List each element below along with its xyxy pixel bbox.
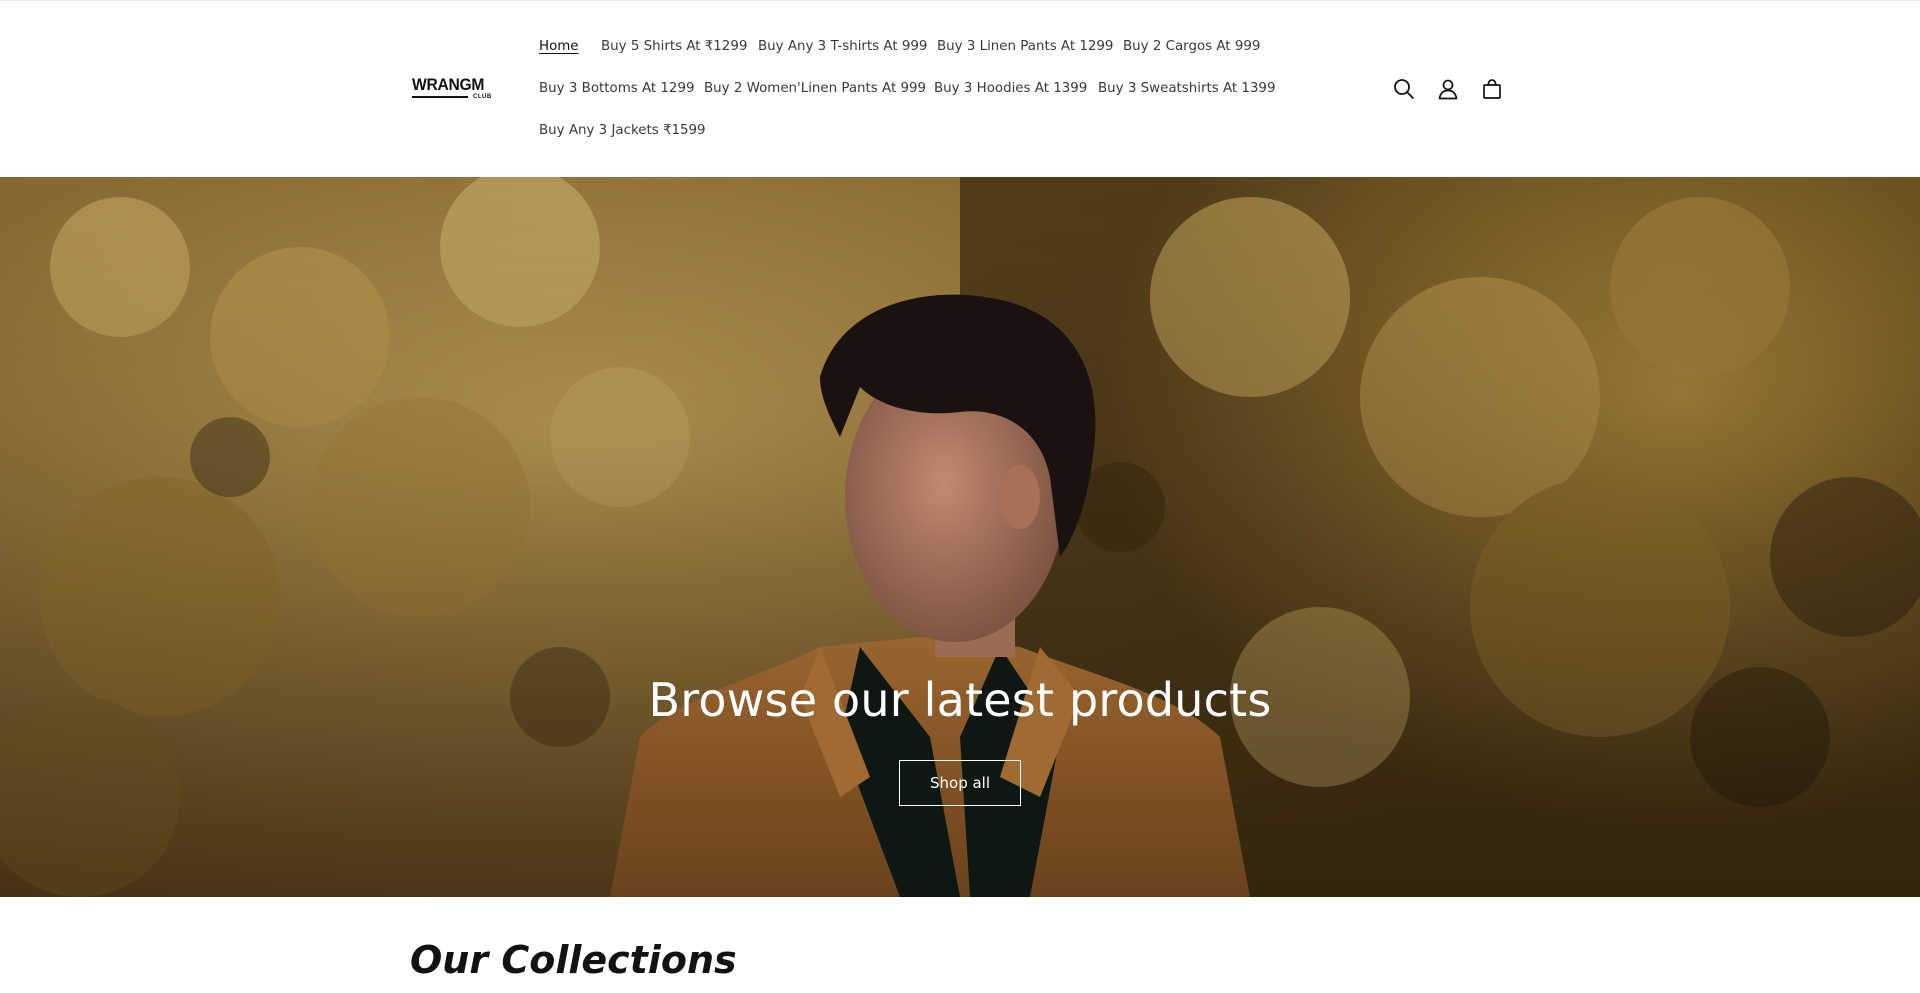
hero-heading: Browse our latest products (648, 673, 1272, 727)
nav-link-hoodies[interactable]: Buy 3 Hoodies At 1399 (934, 80, 1087, 98)
nav-link-cargos[interactable]: Buy 2 Cargos At 999 (1123, 38, 1260, 56)
nav-link-bottoms[interactable]: Buy 3 Bottoms At 1299 (539, 80, 695, 98)
nav-link-sweatshirts[interactable]: Buy 3 Sweatshirts At 1399 (1098, 80, 1275, 98)
nav-link-tshirts[interactable]: Buy Any 3 T-shirts At 999 (758, 38, 927, 56)
nav-link-shirts[interactable]: Buy 5 Shirts At ₹1299 (601, 38, 747, 56)
nav-link-jackets[interactable]: Buy Any 3 Jackets ₹1599 (539, 122, 706, 140)
account-icon[interactable] (1434, 75, 1462, 103)
collections-title: Our Collections (410, 938, 737, 982)
main-navigation: Home Buy 5 Shirts At ₹1299 Buy Any 3 T-s… (0, 1, 1920, 178)
nav-link-linen-pants[interactable]: Buy 3 Linen Pants At 1299 (937, 38, 1113, 56)
shop-all-button[interactable]: Shop all (899, 760, 1021, 806)
nav-link-women-linen-pants[interactable]: Buy 2 Women'Linen Pants At 999 (704, 80, 926, 98)
cart-icon[interactable] (1478, 75, 1506, 103)
hero-banner: Browse our latest products Shop all (0, 177, 1920, 897)
nav-link-home[interactable]: Home (539, 38, 579, 56)
search-icon[interactable] (1390, 75, 1418, 103)
site-header: WRANGM CLUB Home Buy 5 Shirts At ₹1299 B… (0, 0, 1920, 177)
